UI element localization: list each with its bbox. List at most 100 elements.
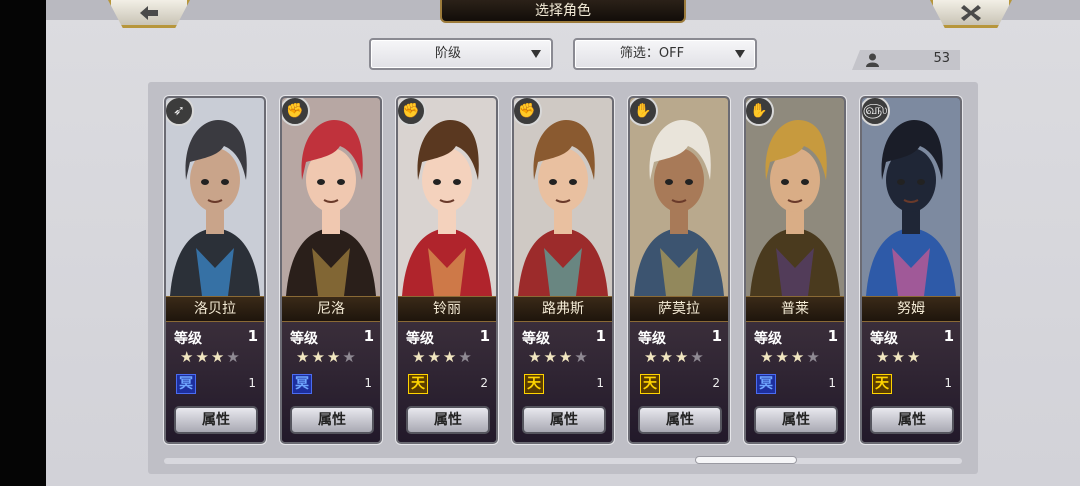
character-card[interactable]: ✋ 萨莫拉 等级 1 ★★★★ 天 2 属性 xyxy=(628,96,730,444)
character-count-value: 53 xyxy=(933,51,950,66)
fist-icon: ✊ xyxy=(282,98,310,126)
portrait-art xyxy=(282,98,380,296)
star-empty-icon: ★ xyxy=(226,348,242,366)
star-filled-icon: ★ xyxy=(311,348,327,366)
portrait-eye xyxy=(917,179,925,185)
star-filled-icon: ★ xyxy=(412,348,428,366)
star-filled-icon: ★ xyxy=(891,348,907,366)
attributes-button[interactable]: 属性 xyxy=(754,406,838,434)
sky-rank-badge: 冥 xyxy=(292,374,312,394)
level-value: 1 xyxy=(595,327,606,345)
character-name: 努姆 xyxy=(862,296,960,322)
portrait-art xyxy=(630,98,728,296)
attributes-button[interactable]: 属性 xyxy=(522,406,606,434)
portrait-eye xyxy=(433,179,441,185)
class-icon: ௵ xyxy=(862,102,888,118)
level-label: 等级 xyxy=(522,331,550,347)
portrait-eye xyxy=(781,179,789,185)
character-name: 普莱 xyxy=(746,296,844,322)
character-portrait xyxy=(166,98,264,296)
character-card[interactable]: ௵ 努姆 等级 1 ★★★ 天 1 属性 xyxy=(860,96,962,444)
gauntlet-icon: ✋ xyxy=(746,98,774,126)
scrollbar-thumb[interactable] xyxy=(695,456,797,464)
level-value: 1 xyxy=(711,327,722,345)
close-icon xyxy=(961,4,981,21)
sky-rank-count: 2 xyxy=(480,376,488,390)
portrait-eye xyxy=(453,179,461,185)
star-empty-icon: ★ xyxy=(690,348,706,366)
back-button[interactable] xyxy=(108,0,190,28)
star-filled-icon: ★ xyxy=(760,348,776,366)
star-filled-icon: ★ xyxy=(659,348,675,366)
star-filled-icon: ★ xyxy=(442,348,459,366)
star-filled-icon: ★ xyxy=(790,348,807,366)
class-icon: ✋ xyxy=(750,103,768,119)
sky-rank-count: 1 xyxy=(364,376,372,390)
star-empty-icon: ★ xyxy=(574,348,590,366)
fist-icon: ✊ xyxy=(398,98,426,126)
character-info: 等级 1 ★★★★ 冥 1 属性 xyxy=(282,322,380,442)
sky-rank-badge: 天 xyxy=(408,374,428,394)
level-label: 等级 xyxy=(754,331,782,347)
sky-rank-badge: 天 xyxy=(524,374,544,394)
character-card[interactable]: ✊ 路弗斯 等级 1 ★★★★ 天 1 属性 xyxy=(512,96,614,444)
sky-rank-count: 2 xyxy=(712,376,720,390)
level-value: 1 xyxy=(479,327,490,345)
star-filled-icon: ★ xyxy=(876,348,892,366)
game-screen: 选择角色 阶级 筛选：OFF 53 ➶ 洛贝拉 等级 1 ★★★★ 冥 1 属性… xyxy=(46,0,1080,486)
close-button[interactable] xyxy=(930,0,1012,28)
portrait-eye xyxy=(317,179,325,185)
portrait-eye xyxy=(801,179,809,185)
level-label: 等级 xyxy=(870,331,898,347)
attributes-button[interactable]: 属性 xyxy=(406,406,490,434)
character-card[interactable]: ✊ 尼洛 等级 1 ★★★★ 冥 1 属性 xyxy=(280,96,382,444)
star-filled-icon: ★ xyxy=(427,348,443,366)
attributes-button[interactable]: 属性 xyxy=(870,406,954,434)
character-card[interactable]: ✋ 普莱 等级 1 ★★★★ 冥 1 属性 xyxy=(744,96,846,444)
chevron-down-icon xyxy=(735,50,745,58)
character-card[interactable]: ✊ 铃丽 等级 1 ★★★★ 天 2 属性 xyxy=(396,96,498,444)
level-value: 1 xyxy=(827,327,838,345)
horizontal-scrollbar[interactable] xyxy=(164,456,962,464)
class-icon: ✊ xyxy=(402,103,420,119)
level-label: 等级 xyxy=(406,331,434,347)
attributes-button[interactable]: 属性 xyxy=(638,406,722,434)
star-filled-icon: ★ xyxy=(644,348,660,366)
sky-rank-badge: 冥 xyxy=(756,374,776,394)
star-filled-icon: ★ xyxy=(775,348,791,366)
portrait-eye xyxy=(549,179,557,185)
character-name: 尼洛 xyxy=(282,296,380,322)
level-label: 等级 xyxy=(174,331,202,347)
sort-dropdown[interactable]: 阶级 xyxy=(369,38,553,70)
level-label: 等级 xyxy=(290,331,318,347)
level-label: 等级 xyxy=(638,331,666,347)
star-filled-icon: ★ xyxy=(674,348,691,366)
star-filled-icon: ★ xyxy=(528,348,544,366)
fist-icon: ✊ xyxy=(514,98,542,126)
attributes-button[interactable]: 属性 xyxy=(290,406,374,434)
star-filled-icon: ★ xyxy=(296,348,312,366)
character-info: 等级 1 ★★★★ 冥 1 属性 xyxy=(166,322,264,442)
character-portrait xyxy=(514,98,612,296)
class-icon: ➶ xyxy=(173,103,185,119)
filter-dropdown-label: 筛选：OFF xyxy=(619,46,685,61)
star-empty-icon: ★ xyxy=(342,348,358,366)
character-info: 等级 1 ★★★ 天 1 属性 xyxy=(862,322,960,442)
filter-dropdown[interactable]: 筛选：OFF xyxy=(573,38,757,70)
character-info: 等级 1 ★★★★ 冥 1 属性 xyxy=(746,322,844,442)
attributes-button[interactable]: 属性 xyxy=(174,406,258,434)
star-rating: ★★★★ xyxy=(180,348,242,366)
star-filled-icon: ★ xyxy=(543,348,559,366)
level-value: 1 xyxy=(247,327,258,345)
star-rating: ★★★★ xyxy=(760,348,822,366)
character-portrait xyxy=(746,98,844,296)
sky-rank-badge: 天 xyxy=(640,374,660,394)
sky-rank-count: 1 xyxy=(596,376,604,390)
gauntlet-icon: ✋ xyxy=(630,98,658,126)
class-icon: ✋ xyxy=(634,103,652,119)
character-name: 铃丽 xyxy=(398,296,496,322)
portrait-art xyxy=(166,98,264,296)
character-card[interactable]: ➶ 洛贝拉 等级 1 ★★★★ 冥 1 属性 xyxy=(164,96,266,444)
character-count: 53 xyxy=(852,50,960,70)
character-panel: ➶ 洛贝拉 等级 1 ★★★★ 冥 1 属性 ✊ 尼洛 等级 1 ★★★★ 冥 … xyxy=(148,82,978,474)
